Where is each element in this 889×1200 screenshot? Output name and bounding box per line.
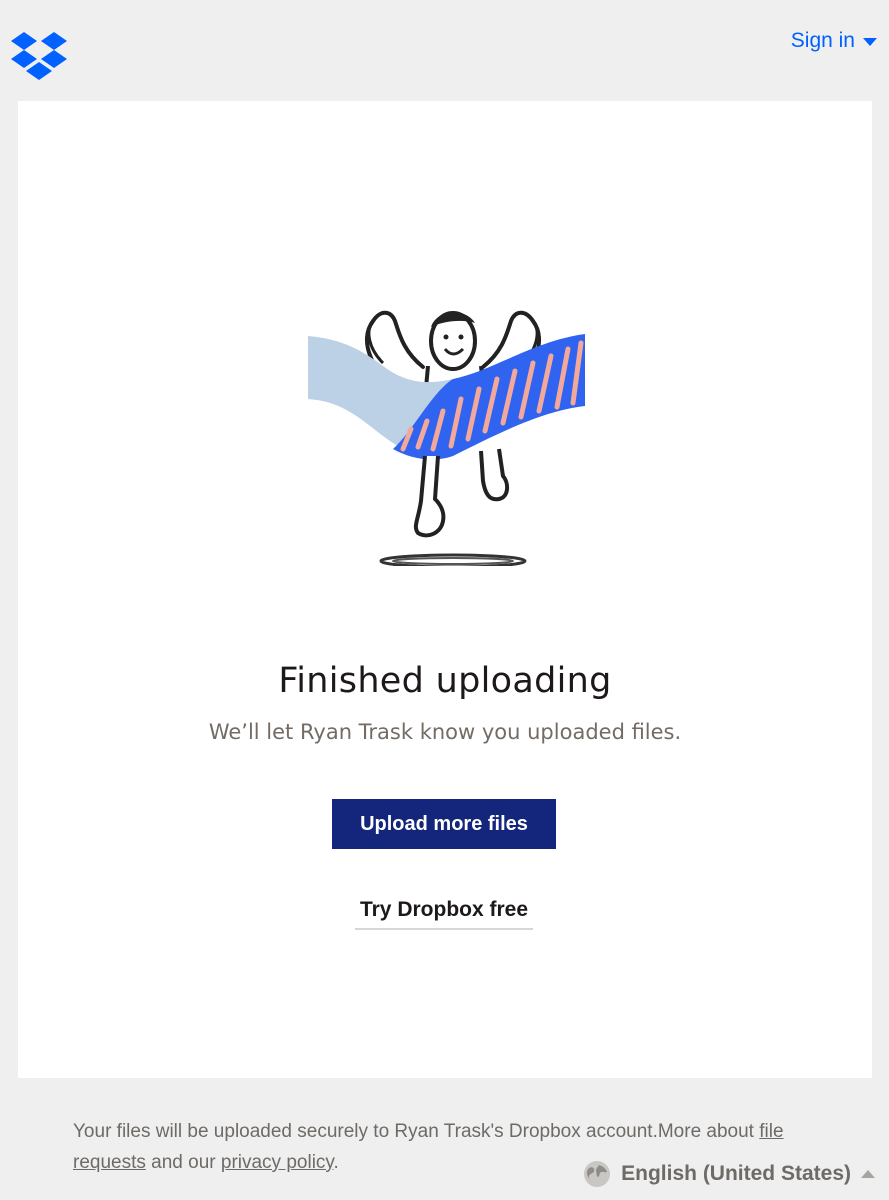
footer-text-end: . [333, 1152, 339, 1173]
chevron-up-icon [861, 1170, 875, 1178]
sign-in-button[interactable]: Sign in [791, 29, 877, 53]
page-title: Finished uploading [278, 661, 612, 701]
footer-text-middle: and our [145, 1152, 221, 1173]
page-subtitle: We’ll let Ryan Trask know you uploaded f… [208, 720, 682, 744]
top-bar: Sign in [0, 0, 889, 100]
language-selector[interactable]: English (United States) [583, 1160, 875, 1188]
privacy-policy-link[interactable]: privacy policy [221, 1152, 334, 1173]
upload-more-files-button[interactable]: Upload more files [332, 799, 556, 849]
dropbox-logo-icon[interactable] [11, 32, 67, 80]
sign-in-label: Sign in [790, 29, 855, 52]
globe-icon [584, 1161, 611, 1187]
celebration-illustration [308, 310, 585, 566]
chevron-down-icon [863, 38, 877, 46]
upload-complete-card: Finished uploading We’ll let Ryan Trask … [18, 101, 872, 1078]
footer-text-start: Your files will be uploaded securely to … [73, 1121, 760, 1142]
try-dropbox-free-link[interactable]: Try Dropbox free [355, 898, 533, 930]
language-label: English (United States) [621, 1162, 851, 1185]
